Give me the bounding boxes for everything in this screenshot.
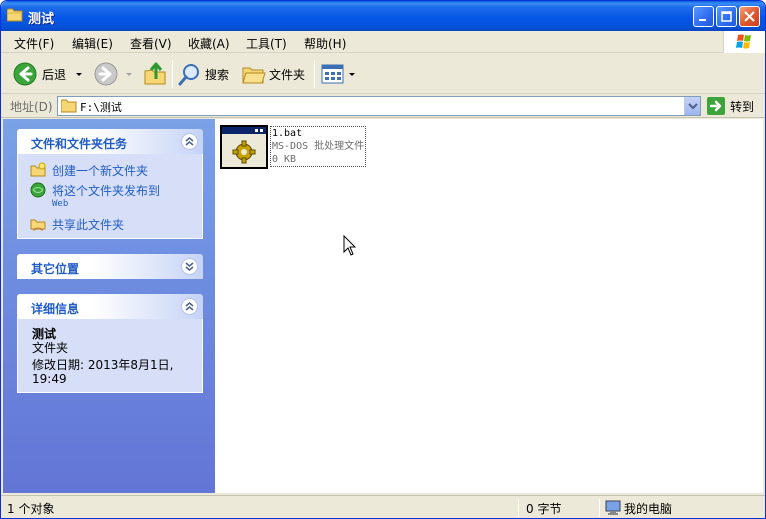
menu-tools[interactable]: 工具(T) <box>246 35 287 52</box>
address-value: F:\测试 <box>80 101 122 114</box>
details-panel: 详细信息 测试 文件夹 修改日期: 2013年8月1日, 19:49 <box>17 294 203 393</box>
close-button[interactable] <box>739 6 760 27</box>
maximize-icon <box>721 11 732 22</box>
panel-title: 详细信息 <box>31 302 80 316</box>
title-bar[interactable]: 测试 <box>1 1 765 31</box>
detail-modified: 修改日期: 2013年8月1日, <box>32 358 174 372</box>
menu-file[interactable]: 文件(F) <box>14 35 54 52</box>
chevron-down-icon <box>688 103 698 110</box>
views-dropdown-icon <box>349 73 355 76</box>
menu-favorites[interactable]: 收藏(A) <box>188 35 230 52</box>
status-object-count: 1 个对象 <box>7 502 55 516</box>
publish-web-icon <box>30 182 46 198</box>
folders-button[interactable]: 文件夹 <box>242 59 305 89</box>
address-dropdown-button[interactable] <box>684 97 700 115</box>
go-arrow-icon <box>707 97 725 115</box>
window-title: 测试 <box>28 12 55 27</box>
menu-help[interactable]: 帮助(H) <box>304 35 346 52</box>
status-location: 我的电脑 <box>624 502 673 516</box>
forward-button[interactable] <box>94 59 134 89</box>
panel-body: 创建一个新文件夹 将这个文件夹发布到 Web 共享此文件夹 <box>17 154 203 239</box>
address-input[interactable]: F:\测试 <box>57 96 701 116</box>
detail-type: 文件夹 <box>32 341 69 355</box>
panel-header[interactable]: 文件和文件夹任务 <box>17 129 203 154</box>
chevron-up-icon <box>185 302 194 311</box>
panel-header[interactable]: 详细信息 <box>17 294 203 319</box>
back-arrow-icon <box>13 62 37 86</box>
toolbar: 后退 搜索 文件夹 <box>1 54 765 94</box>
up-folder-button[interactable] <box>143 59 167 89</box>
search-label: 搜索 <box>205 67 230 82</box>
task-publish-web[interactable]: 将这个文件夹发布到 Web <box>30 182 160 209</box>
chevron-up-icon <box>185 137 194 146</box>
minimize-button[interactable] <box>693 6 714 27</box>
file-info[interactable]: 1.bat MS-DOS 批处理文件 0 KB <box>270 126 367 167</box>
detail-name: 测试 <box>32 327 57 341</box>
folder-icon <box>7 8 23 22</box>
status-divider <box>518 499 519 517</box>
back-label: 后退 <box>42 67 67 82</box>
back-button[interactable]: 后退 <box>13 59 84 89</box>
file-type: MS-DOS 批处理文件 <box>272 141 365 152</box>
my-computer-icon <box>605 500 621 515</box>
forward-dropdown-icon[interactable] <box>124 69 134 79</box>
mouse-cursor-icon <box>343 235 357 256</box>
task-pane: 文件和文件夹任务 创建一个新文件夹 将这个文件夹发布到 Web 共享此文件夹 其… <box>3 119 215 493</box>
search-icon <box>178 64 199 86</box>
explorer-window: 测试 文件(F) 编辑(E) 查看(V) 收藏(A) 工具(T) 帮助(H) 后… <box>0 0 766 519</box>
batch-file-icon <box>220 125 268 169</box>
panel-title: 文件和文件夹任务 <box>31 137 128 151</box>
folder-icon <box>61 99 77 113</box>
new-folder-icon <box>30 162 46 177</box>
task-label: 将这个文件夹发布到 <box>52 184 161 198</box>
panel-title: 其它位置 <box>31 262 80 276</box>
panel-body: 测试 文件夹 修改日期: 2013年8月1日, 19:49 <box>17 319 203 393</box>
toolbar-separator <box>172 60 173 88</box>
task-share-folder[interactable]: 共享此文件夹 <box>30 216 124 233</box>
panel-header[interactable]: 其它位置 <box>17 254 203 279</box>
status-bar: 1 个对象 0 字节 我的电脑 <box>1 495 765 518</box>
file-view[interactable]: 1.bat MS-DOS 批处理文件 0 KB <box>215 119 763 493</box>
views-button[interactable] <box>321 59 357 89</box>
forward-arrow-icon <box>94 62 118 86</box>
task-new-folder[interactable]: 创建一个新文件夹 <box>30 162 148 179</box>
collapse-button[interactable] <box>181 133 198 150</box>
task-label: 创建一个新文件夹 <box>52 164 149 178</box>
maximize-button[interactable] <box>716 6 737 27</box>
file-size: 0 KB <box>272 154 297 165</box>
share-folder-icon <box>30 219 46 231</box>
folders-label: 文件夹 <box>269 67 306 82</box>
menu-edit[interactable]: 编辑(E) <box>72 35 113 52</box>
address-label: 地址(D) <box>10 100 53 114</box>
views-icon <box>321 64 344 84</box>
menu-bar: 文件(F) 编辑(E) 查看(V) 收藏(A) 工具(T) 帮助(H) <box>1 31 765 53</box>
windows-logo <box>723 31 765 53</box>
search-button[interactable]: 搜索 <box>178 59 229 89</box>
address-bar: 地址(D) F:\测试 转到 <box>1 94 765 118</box>
other-places-panel: 其它位置 <box>17 254 203 279</box>
collapse-button[interactable] <box>181 298 198 315</box>
status-size: 0 字节 <box>526 502 562 516</box>
detail-modified-time: 19:49 <box>32 372 67 386</box>
go-button[interactable]: 转到 <box>707 97 754 115</box>
close-icon <box>744 11 755 22</box>
task-sublabel: Web <box>52 199 69 209</box>
go-label: 转到 <box>730 99 755 114</box>
expand-button[interactable] <box>181 258 198 275</box>
file-name: 1.bat <box>272 128 303 139</box>
minimize-icon <box>699 19 706 21</box>
menu-view[interactable]: 查看(V) <box>130 35 172 52</box>
back-dropdown-icon[interactable] <box>74 69 84 79</box>
toolbar-separator <box>314 60 315 88</box>
chevron-down-icon <box>185 262 194 271</box>
status-divider <box>599 499 600 517</box>
file-folder-tasks-panel: 文件和文件夹任务 创建一个新文件夹 将这个文件夹发布到 Web 共享此文件夹 <box>17 129 203 239</box>
folders-icon <box>242 67 266 84</box>
up-folder-icon <box>144 62 166 85</box>
task-label: 共享此文件夹 <box>52 218 125 232</box>
